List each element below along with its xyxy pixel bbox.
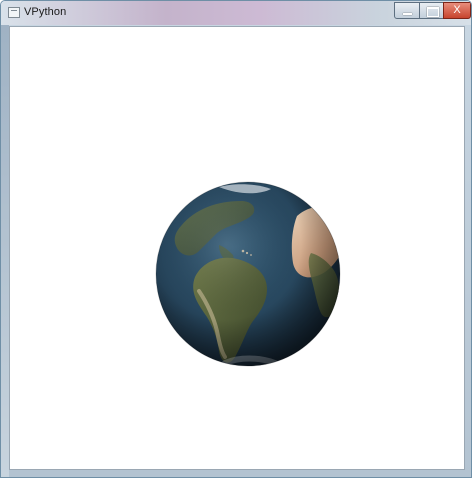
window-frame-left: [1, 25, 9, 477]
close-icon: X: [453, 4, 461, 16]
vpython-scene-canvas[interactable]: [9, 26, 465, 470]
minimize-icon: [403, 13, 412, 15]
earth-globe[interactable]: [155, 181, 341, 367]
minimize-button[interactable]: [394, 2, 420, 19]
vpython-window: VPython X: [0, 0, 472, 478]
app-window-icon[interactable]: [8, 7, 20, 18]
title-bar[interactable]: VPython X: [1, 1, 471, 25]
maximize-icon: [427, 7, 439, 17]
close-button[interactable]: X: [443, 2, 471, 19]
globe-shading: [156, 182, 340, 366]
maximize-button[interactable]: [419, 2, 444, 19]
window-title: VPython: [24, 6, 67, 18]
